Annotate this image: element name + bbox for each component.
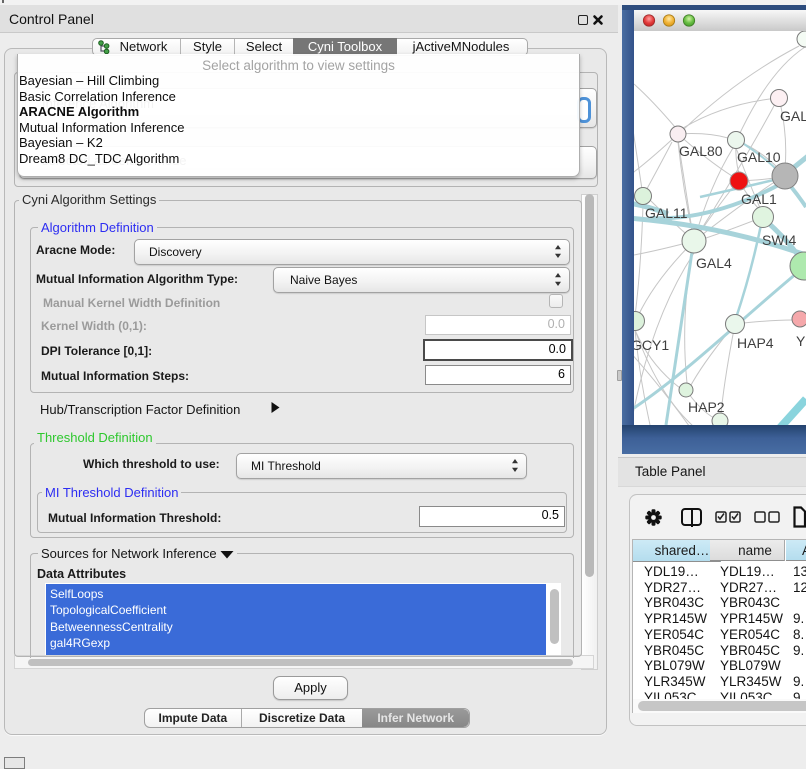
- svg-text:HAP4: HAP4: [737, 335, 774, 351]
- svg-text:GAL: GAL: [780, 108, 806, 124]
- svg-text:GAL11: GAL11: [645, 205, 688, 221]
- svg-text:GCY1: GCY1: [634, 337, 669, 353]
- svg-text:SWI4: SWI4: [762, 232, 796, 248]
- svg-text:HAP2: HAP2: [688, 399, 725, 415]
- svg-text:GAL1: GAL1: [741, 191, 777, 207]
- svg-text:GAL4: GAL4: [696, 255, 732, 271]
- svg-text:GAL80: GAL80: [679, 143, 723, 159]
- svg-text:Y: Y: [796, 333, 806, 349]
- svg-text:GAL10: GAL10: [737, 149, 781, 165]
